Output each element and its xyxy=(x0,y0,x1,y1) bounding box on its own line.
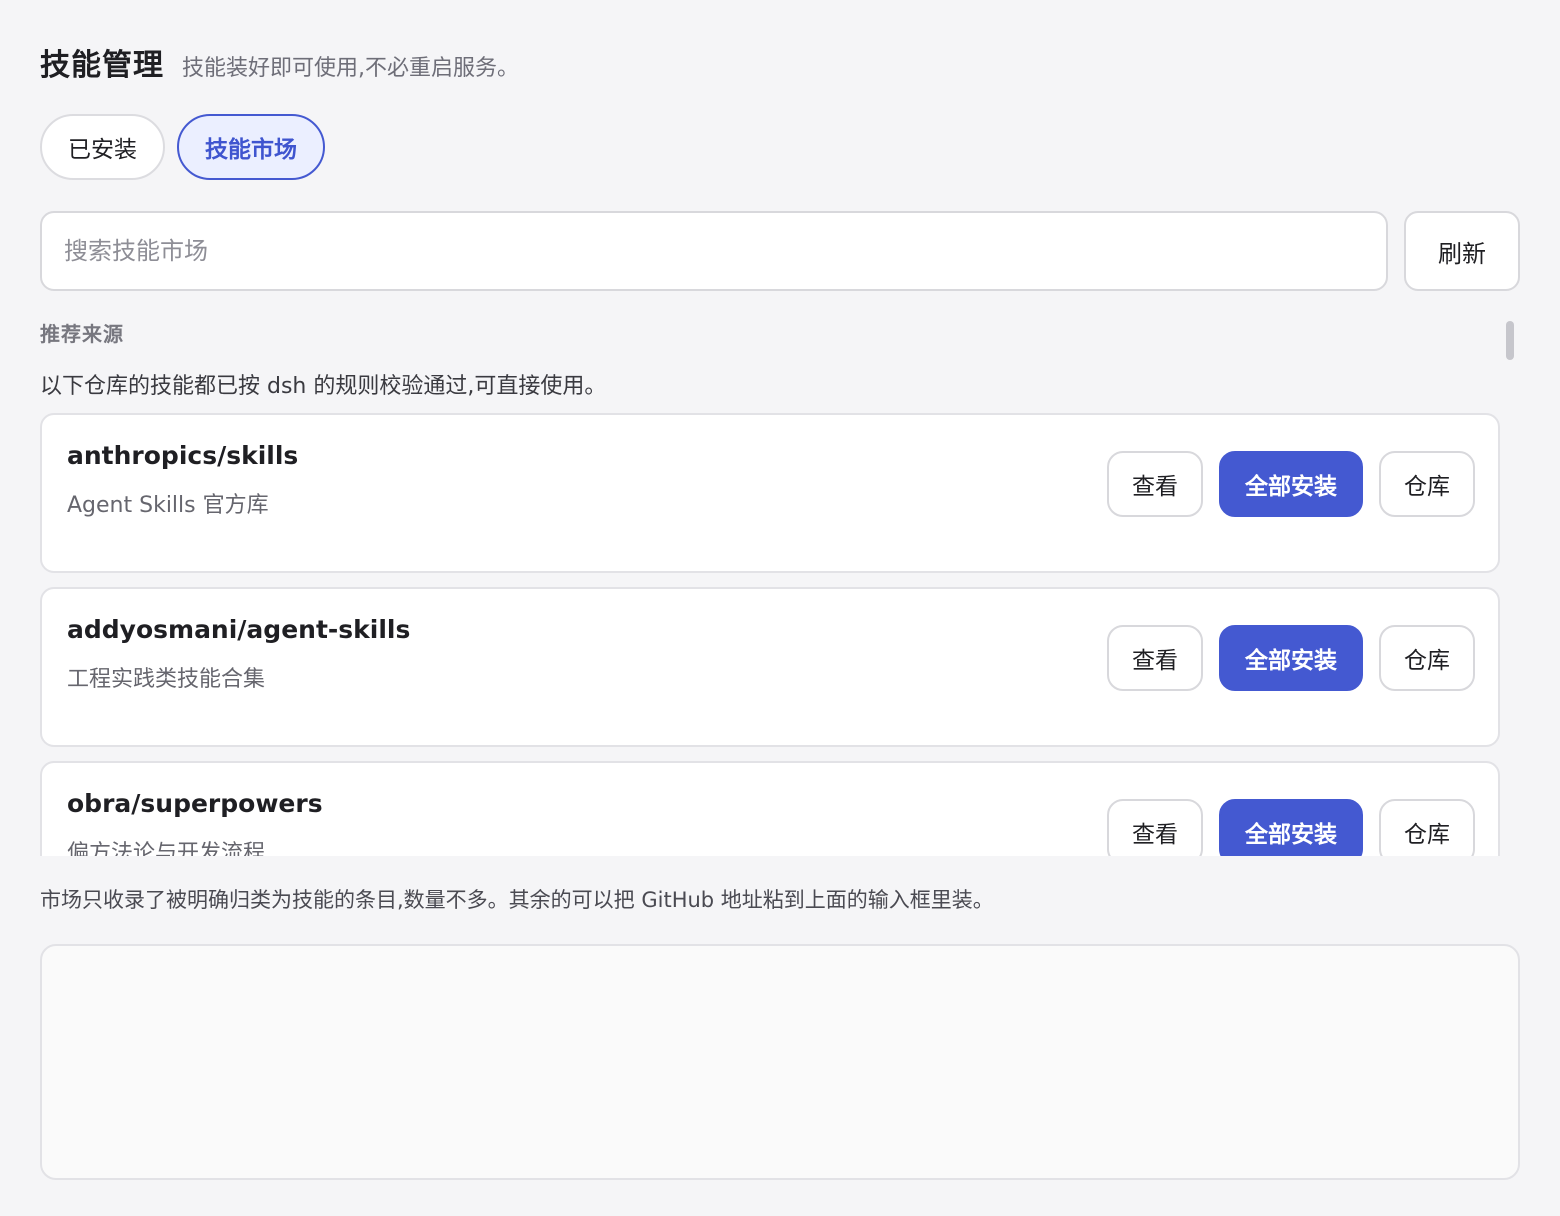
page-subtitle: 技能装好即可使用,不必重启服务。 xyxy=(182,56,519,81)
scrollbar-thumb[interactable] xyxy=(1506,321,1514,360)
view-button[interactable]: 查看 xyxy=(1107,625,1203,691)
repo-card: anthropics/skills Agent Skills 官方库 查看 全部… xyxy=(40,413,1500,573)
repo-actions: 查看 全部安装 仓库 xyxy=(1107,625,1475,691)
repo-actions: 查看 全部安装 仓库 xyxy=(1107,451,1475,517)
repo-actions: 查看 全部安装 仓库 xyxy=(1107,799,1475,856)
skills-page: 技能管理 技能装好即可使用,不必重启服务。 已安装 技能市场 刷新 推荐来源 以… xyxy=(40,0,1520,1216)
tab-installed[interactable]: 已安装 xyxy=(40,114,165,180)
repo-name: anthropics/skills xyxy=(67,441,299,470)
section-description: 以下仓库的技能都已按 dsh 的规则校验通过,可直接使用。 xyxy=(40,374,607,399)
section-label: 推荐来源 xyxy=(40,322,124,346)
repo-name: obra/superpowers xyxy=(67,789,323,818)
repo-button[interactable]: 仓库 xyxy=(1379,625,1475,691)
view-button[interactable]: 查看 xyxy=(1107,799,1203,856)
search-input[interactable] xyxy=(40,211,1388,291)
tab-bar: 已安装 技能市场 xyxy=(40,114,325,180)
repo-name: addyosmani/agent-skills xyxy=(67,615,411,644)
skill-list-area xyxy=(40,944,1520,1180)
repo-description: 工程实践类技能合集 xyxy=(67,667,266,692)
repo-card: addyosmani/agent-skills 工程实践类技能合集 查看 全部安… xyxy=(40,587,1500,747)
market-scroll-panel[interactable]: 推荐来源 以下仓库的技能都已按 dsh 的规则校验通过,可直接使用。 anthr… xyxy=(40,318,1520,856)
install-all-button[interactable]: 全部安装 xyxy=(1219,451,1363,517)
repo-description: 偏方法论与开发流程 xyxy=(67,841,266,856)
install-all-button[interactable]: 全部安装 xyxy=(1219,625,1363,691)
repo-button[interactable]: 仓库 xyxy=(1379,451,1475,517)
search-row: 刷新 xyxy=(40,211,1520,291)
page-title: 技能管理 xyxy=(40,48,164,83)
repo-card: obra/superpowers 偏方法论与开发流程 查看 全部安装 仓库 xyxy=(40,761,1500,856)
page-header: 技能管理 技能装好即可使用,不必重启服务。 xyxy=(40,40,519,84)
tab-skill-market[interactable]: 技能市场 xyxy=(177,114,325,180)
repo-button[interactable]: 仓库 xyxy=(1379,799,1475,856)
repo-list: anthropics/skills Agent Skills 官方库 查看 全部… xyxy=(40,413,1500,856)
view-button[interactable]: 查看 xyxy=(1107,451,1203,517)
install-all-button[interactable]: 全部安装 xyxy=(1219,799,1363,856)
repo-description: Agent Skills 官方库 xyxy=(67,493,269,518)
market-footnote: 市场只收录了被明确归类为技能的条目,数量不多。其余的可以把 GitHub 地址粘… xyxy=(40,888,994,912)
refresh-button[interactable]: 刷新 xyxy=(1404,211,1520,291)
